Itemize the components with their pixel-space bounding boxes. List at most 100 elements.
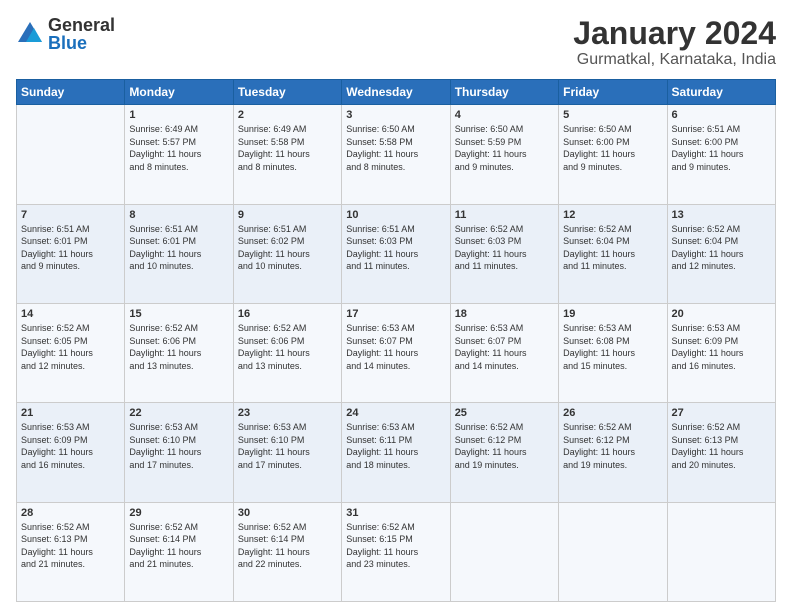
day-info: Sunrise: 6:53 AM Sunset: 6:08 PM Dayligh… (563, 322, 662, 372)
day-header-friday: Friday (559, 80, 667, 105)
day-cell: 9 Sunrise: 6:51 AM Sunset: 6:02 PM Daylig… (233, 204, 341, 303)
day-info: Sunrise: 6:52 AM Sunset: 6:12 PM Dayligh… (563, 421, 662, 471)
page: General Blue January 2024 Gurmatkal, Kar… (0, 0, 792, 612)
day-number: 2 (238, 109, 337, 121)
day-number: 18 (455, 308, 554, 320)
calendar-header: SundayMondayTuesdayWednesdayThursdayFrid… (17, 80, 776, 105)
day-cell: 31 Sunrise: 6:52 AM Sunset: 6:15 PM Dayli… (342, 502, 450, 601)
day-cell: 18 Sunrise: 6:53 AM Sunset: 6:07 PM Dayli… (450, 303, 558, 402)
day-info: Sunrise: 6:52 AM Sunset: 6:04 PM Dayligh… (672, 223, 771, 273)
day-info: Sunrise: 6:53 AM Sunset: 6:07 PM Dayligh… (455, 322, 554, 372)
day-number: 23 (238, 407, 337, 419)
day-number: 19 (563, 308, 662, 320)
day-info: Sunrise: 6:51 AM Sunset: 6:03 PM Dayligh… (346, 223, 445, 273)
logo-general: General (48, 16, 115, 34)
week-row-4: 21 Sunrise: 6:53 AM Sunset: 6:09 PM Dayli… (17, 403, 776, 502)
day-number: 10 (346, 209, 445, 221)
day-cell: 30 Sunrise: 6:52 AM Sunset: 6:14 PM Dayli… (233, 502, 341, 601)
day-number: 26 (563, 407, 662, 419)
day-cell: 2 Sunrise: 6:49 AM Sunset: 5:58 PM Daylig… (233, 105, 341, 204)
day-cell (667, 502, 775, 601)
day-cell (17, 105, 125, 204)
day-cell: 21 Sunrise: 6:53 AM Sunset: 6:09 PM Dayli… (17, 403, 125, 502)
day-number: 24 (346, 407, 445, 419)
day-number: 28 (21, 507, 120, 519)
day-number: 6 (672, 109, 771, 121)
day-info: Sunrise: 6:49 AM Sunset: 5:58 PM Dayligh… (238, 123, 337, 173)
logo: General Blue (16, 16, 115, 52)
title-block: January 2024 Gurmatkal, Karnataka, India (573, 16, 776, 69)
day-info: Sunrise: 6:53 AM Sunset: 6:09 PM Dayligh… (21, 421, 120, 471)
day-cell: 4Sunrise: 6:50 AM Sunset: 5:59 PM Daylig… (450, 105, 558, 204)
logo-icon (16, 20, 44, 48)
day-cell: 26 Sunrise: 6:52 AM Sunset: 6:12 PM Dayli… (559, 403, 667, 502)
week-row-2: 7 Sunrise: 6:51 AM Sunset: 6:01 PM Daylig… (17, 204, 776, 303)
day-number: 11 (455, 209, 554, 221)
day-cell: 17 Sunrise: 6:53 AM Sunset: 6:07 PM Dayli… (342, 303, 450, 402)
day-info: Sunrise: 6:52 AM Sunset: 6:05 PM Dayligh… (21, 322, 120, 372)
day-number: 16 (238, 308, 337, 320)
day-number: 7 (21, 209, 120, 221)
week-row-5: 28Sunrise: 6:52 AM Sunset: 6:13 PM Dayli… (17, 502, 776, 601)
day-cell: 12Sunrise: 6:52 AM Sunset: 6:04 PM Dayli… (559, 204, 667, 303)
day-info: Sunrise: 6:50 AM Sunset: 5:59 PM Dayligh… (455, 123, 554, 173)
day-info: Sunrise: 6:50 AM Sunset: 6:00 PM Dayligh… (563, 123, 662, 173)
day-info: Sunrise: 6:49 AM Sunset: 5:57 PM Dayligh… (129, 123, 228, 173)
day-header-monday: Monday (125, 80, 233, 105)
day-info: Sunrise: 6:52 AM Sunset: 6:14 PM Dayligh… (238, 521, 337, 571)
day-cell: 6 Sunrise: 6:51 AM Sunset: 6:00 PM Daylig… (667, 105, 775, 204)
day-number: 30 (238, 507, 337, 519)
day-number: 21 (21, 407, 120, 419)
days-header-row: SundayMondayTuesdayWednesdayThursdayFrid… (17, 80, 776, 105)
day-info: Sunrise: 6:52 AM Sunset: 6:06 PM Dayligh… (238, 322, 337, 372)
day-number: 20 (672, 308, 771, 320)
day-info: Sunrise: 6:53 AM Sunset: 6:10 PM Dayligh… (129, 421, 228, 471)
day-cell: 25 Sunrise: 6:52 AM Sunset: 6:12 PM Dayli… (450, 403, 558, 502)
day-number: 22 (129, 407, 228, 419)
calendar: SundayMondayTuesdayWednesdayThursdayFrid… (16, 79, 776, 602)
day-header-thursday: Thursday (450, 80, 558, 105)
day-number: 15 (129, 308, 228, 320)
day-info: Sunrise: 6:50 AM Sunset: 5:58 PM Dayligh… (346, 123, 445, 173)
day-number: 1 (129, 109, 228, 121)
day-number: 9 (238, 209, 337, 221)
day-cell: 19 Sunrise: 6:53 AM Sunset: 6:08 PM Dayli… (559, 303, 667, 402)
day-cell: 15 Sunrise: 6:52 AM Sunset: 6:06 PM Dayli… (125, 303, 233, 402)
calendar-body: 1 Sunrise: 6:49 AM Sunset: 5:57 PM Daylig… (17, 105, 776, 602)
day-cell: 16 Sunrise: 6:52 AM Sunset: 6:06 PM Dayli… (233, 303, 341, 402)
day-info: Sunrise: 6:53 AM Sunset: 6:07 PM Dayligh… (346, 322, 445, 372)
day-number: 17 (346, 308, 445, 320)
day-number: 31 (346, 507, 445, 519)
day-info: Sunrise: 6:51 AM Sunset: 6:00 PM Dayligh… (672, 123, 771, 173)
day-info: Sunrise: 6:52 AM Sunset: 6:15 PM Dayligh… (346, 521, 445, 571)
logo-text: General Blue (48, 16, 115, 52)
day-info: Sunrise: 6:51 AM Sunset: 6:02 PM Dayligh… (238, 223, 337, 273)
day-number: 14 (21, 308, 120, 320)
day-cell: 10 Sunrise: 6:51 AM Sunset: 6:03 PM Dayli… (342, 204, 450, 303)
day-info: Sunrise: 6:52 AM Sunset: 6:06 PM Dayligh… (129, 322, 228, 372)
week-row-1: 1 Sunrise: 6:49 AM Sunset: 5:57 PM Daylig… (17, 105, 776, 204)
day-info: Sunrise: 6:52 AM Sunset: 6:12 PM Dayligh… (455, 421, 554, 471)
day-info: Sunrise: 6:51 AM Sunset: 6:01 PM Dayligh… (21, 223, 120, 273)
day-info: Sunrise: 6:52 AM Sunset: 6:03 PM Dayligh… (455, 223, 554, 273)
day-cell (450, 502, 558, 601)
day-info: Sunrise: 6:53 AM Sunset: 6:09 PM Dayligh… (672, 322, 771, 372)
day-cell: 29Sunrise: 6:52 AM Sunset: 6:14 PM Dayli… (125, 502, 233, 601)
day-info: Sunrise: 6:51 AM Sunset: 6:01 PM Dayligh… (129, 223, 228, 273)
day-cell: 5Sunrise: 6:50 AM Sunset: 6:00 PM Daylig… (559, 105, 667, 204)
day-cell: 23 Sunrise: 6:53 AM Sunset: 6:10 PM Dayli… (233, 403, 341, 502)
day-number: 27 (672, 407, 771, 419)
day-header-saturday: Saturday (667, 80, 775, 105)
day-cell: 24 Sunrise: 6:53 AM Sunset: 6:11 PM Dayli… (342, 403, 450, 502)
day-info: Sunrise: 6:52 AM Sunset: 6:13 PM Dayligh… (672, 421, 771, 471)
day-cell: 8 Sunrise: 6:51 AM Sunset: 6:01 PM Daylig… (125, 204, 233, 303)
day-cell: 7 Sunrise: 6:51 AM Sunset: 6:01 PM Daylig… (17, 204, 125, 303)
day-cell: 3 Sunrise: 6:50 AM Sunset: 5:58 PM Daylig… (342, 105, 450, 204)
day-info: Sunrise: 6:53 AM Sunset: 6:11 PM Dayligh… (346, 421, 445, 471)
day-number: 3 (346, 109, 445, 121)
day-number: 25 (455, 407, 554, 419)
day-info: Sunrise: 6:53 AM Sunset: 6:10 PM Dayligh… (238, 421, 337, 471)
week-row-3: 14 Sunrise: 6:52 AM Sunset: 6:05 PM Dayli… (17, 303, 776, 402)
day-number: 8 (129, 209, 228, 221)
day-cell: 1 Sunrise: 6:49 AM Sunset: 5:57 PM Daylig… (125, 105, 233, 204)
